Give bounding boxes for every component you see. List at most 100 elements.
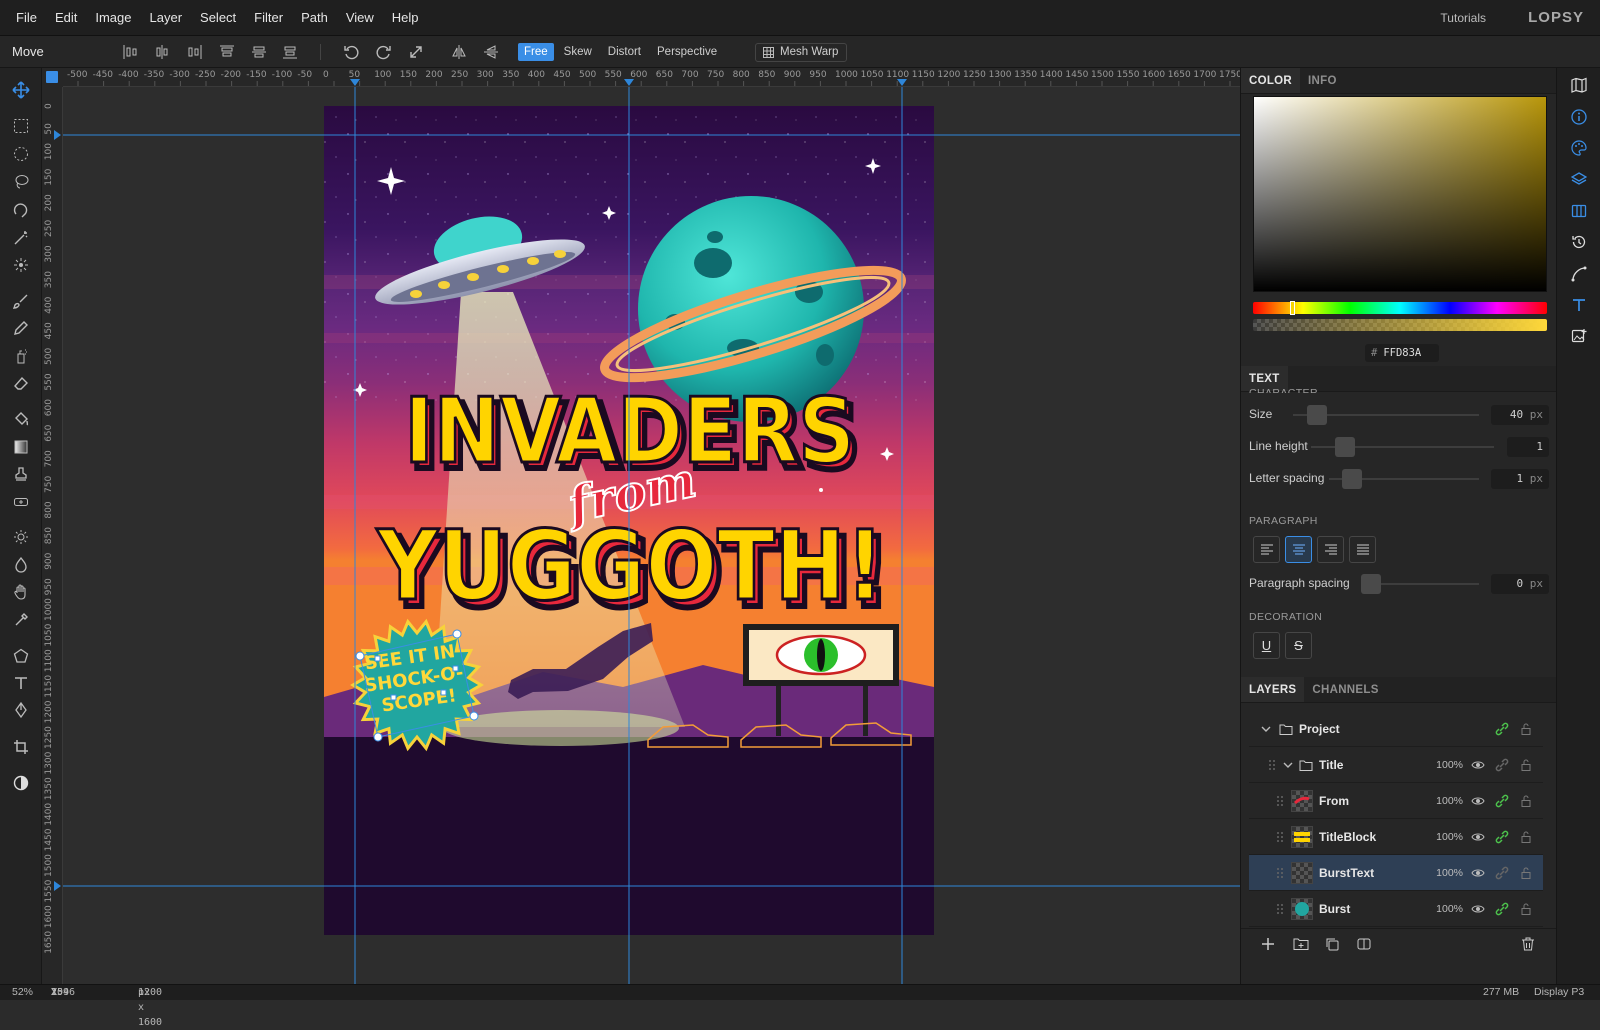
menu-file[interactable]: File xyxy=(0,0,46,36)
lock-icon[interactable] xyxy=(1519,902,1533,916)
eye-icon[interactable] xyxy=(1471,794,1485,808)
palette-icon[interactable] xyxy=(1570,139,1588,157)
guide-marker[interactable] xyxy=(624,79,634,86)
align-text-right-icon[interactable] xyxy=(1317,536,1344,563)
align-text-left-icon[interactable] xyxy=(1253,536,1280,563)
strikethrough-button[interactable]: S xyxy=(1285,632,1312,659)
move-icon[interactable] xyxy=(11,80,31,100)
menu-help[interactable]: Help xyxy=(383,0,428,36)
mode-distort[interactable]: Distort xyxy=(602,43,647,61)
ruler-top[interactable]: -500 -450 -400 -350 -300 -250 -200 -150 -100 -50 0… xyxy=(63,68,1240,87)
eye-icon[interactable] xyxy=(1471,866,1485,880)
paths-icon[interactable] xyxy=(1570,265,1588,283)
line-height-input[interactable]: 1 xyxy=(1507,437,1549,457)
lock-icon[interactable] xyxy=(1519,758,1533,772)
layer-row-project[interactable]: Project xyxy=(1249,711,1543,747)
underline-button[interactable]: U xyxy=(1253,632,1280,659)
link-icon[interactable] xyxy=(1495,902,1509,916)
layer-row-title[interactable]: Title 100% xyxy=(1249,747,1543,783)
layer-opacity[interactable]: 100% xyxy=(1436,903,1463,915)
link-icon[interactable] xyxy=(1495,830,1509,844)
flip-horizontal-icon[interactable] xyxy=(448,42,470,62)
align-text-justify-icon[interactable] xyxy=(1349,536,1376,563)
link-icon[interactable] xyxy=(1495,866,1509,880)
chevron-down-icon[interactable] xyxy=(1261,724,1271,734)
eye-icon[interactable] xyxy=(1471,758,1485,772)
dodge-icon[interactable] xyxy=(11,527,31,547)
guide-marker[interactable] xyxy=(54,881,61,891)
menu-layer[interactable]: Layer xyxy=(141,0,192,36)
duplicate-layer-icon[interactable] xyxy=(1325,937,1339,951)
guide-marker[interactable] xyxy=(350,79,360,86)
size-thumb[interactable] xyxy=(1307,405,1327,425)
scale-icon[interactable] xyxy=(405,42,427,62)
tutorials-link[interactable]: Tutorials xyxy=(1440,0,1486,36)
guide-marker[interactable] xyxy=(897,79,907,86)
layers-icon[interactable] xyxy=(1570,170,1588,188)
hue-slider[interactable] xyxy=(1253,301,1547,315)
brush-icon[interactable] xyxy=(11,291,31,311)
magic-wand-icon[interactable] xyxy=(11,228,31,248)
menu-path[interactable]: Path xyxy=(292,0,337,36)
size-input[interactable]: 40 px xyxy=(1491,405,1549,425)
layer-row-from[interactable]: From 100% xyxy=(1249,783,1543,819)
layer-row-bursttext[interactable]: BurstText 100% xyxy=(1249,855,1543,891)
trash-icon[interactable] xyxy=(1521,937,1535,951)
menu-image[interactable]: Image xyxy=(86,0,140,36)
drag-handle-icon[interactable] xyxy=(1277,867,1283,879)
lock-icon[interactable] xyxy=(1519,866,1533,880)
contrast-icon[interactable] xyxy=(11,773,31,793)
alpha-slider[interactable] xyxy=(1253,319,1547,331)
layer-row-burst[interactable]: Burst 100% xyxy=(1249,891,1543,927)
hex-input[interactable]: # FFD83A xyxy=(1365,344,1439,362)
align-text-center-icon[interactable] xyxy=(1285,536,1312,563)
layer-opacity[interactable]: 100% xyxy=(1436,831,1463,843)
eye-icon[interactable] xyxy=(1471,830,1485,844)
mesh-warp-button[interactable]: Mesh Warp xyxy=(755,43,848,62)
ellipse-select-icon[interactable] xyxy=(11,144,31,164)
channels-icon[interactable] xyxy=(1570,202,1588,220)
image-adjust-icon[interactable] xyxy=(1570,327,1588,345)
drag-handle-icon[interactable] xyxy=(1269,759,1275,771)
healing-icon[interactable] xyxy=(11,492,31,512)
eyedropper-icon[interactable] xyxy=(11,610,31,630)
rotate-ccw-icon[interactable] xyxy=(340,42,362,62)
paragraph-spacing-thumb[interactable] xyxy=(1361,574,1381,594)
letter-spacing-thumb[interactable] xyxy=(1342,469,1362,489)
pencil-icon[interactable] xyxy=(11,318,31,338)
lock-icon[interactable] xyxy=(1519,830,1533,844)
rotate-cw-icon[interactable] xyxy=(373,42,395,62)
layer-opacity[interactable]: 100% xyxy=(1436,867,1463,879)
stamp-icon[interactable] xyxy=(11,464,31,484)
align-top-icon[interactable] xyxy=(216,42,238,62)
link-icon[interactable] xyxy=(1495,758,1509,772)
info-icon[interactable] xyxy=(1570,108,1588,126)
menu-edit[interactable]: Edit xyxy=(46,0,86,36)
align-bottom-icon[interactable] xyxy=(279,42,301,62)
mode-free[interactable]: Free xyxy=(518,43,554,61)
lasso-icon[interactable] xyxy=(11,172,31,192)
menu-filter[interactable]: Filter xyxy=(245,0,292,36)
tab-layers[interactable]: LAYERS xyxy=(1241,677,1305,702)
hand-icon[interactable] xyxy=(11,582,31,602)
link-icon[interactable] xyxy=(1495,722,1509,736)
layer-opacity[interactable]: 100% xyxy=(1436,759,1463,771)
flip-vertical-icon[interactable] xyxy=(480,42,502,62)
menu-select[interactable]: Select xyxy=(191,0,245,36)
lock-icon[interactable] xyxy=(1519,722,1533,736)
mode-skew[interactable]: Skew xyxy=(558,43,598,61)
crop-icon[interactable] xyxy=(11,737,31,757)
paragraph-spacing-input[interactable]: 0 px xyxy=(1491,574,1549,594)
tab-channels[interactable]: CHANNELS xyxy=(1304,677,1386,702)
navigator-icon[interactable] xyxy=(1570,76,1588,94)
ruler-corner[interactable] xyxy=(42,68,63,87)
canvas-area[interactable]: INVADERS INVADERS YUGGOTH! YUGGOTH! from xyxy=(63,87,1240,984)
lock-icon[interactable] xyxy=(1519,794,1533,808)
gradient-icon[interactable] xyxy=(11,437,31,457)
link-icon[interactable] xyxy=(1495,794,1509,808)
magnetic-lasso-icon[interactable] xyxy=(11,200,31,220)
quick-select-icon[interactable] xyxy=(11,255,31,275)
add-group-icon[interactable] xyxy=(1293,937,1309,951)
letter-spacing-input[interactable]: 1 px xyxy=(1491,469,1549,489)
polygon-icon[interactable] xyxy=(11,646,31,666)
